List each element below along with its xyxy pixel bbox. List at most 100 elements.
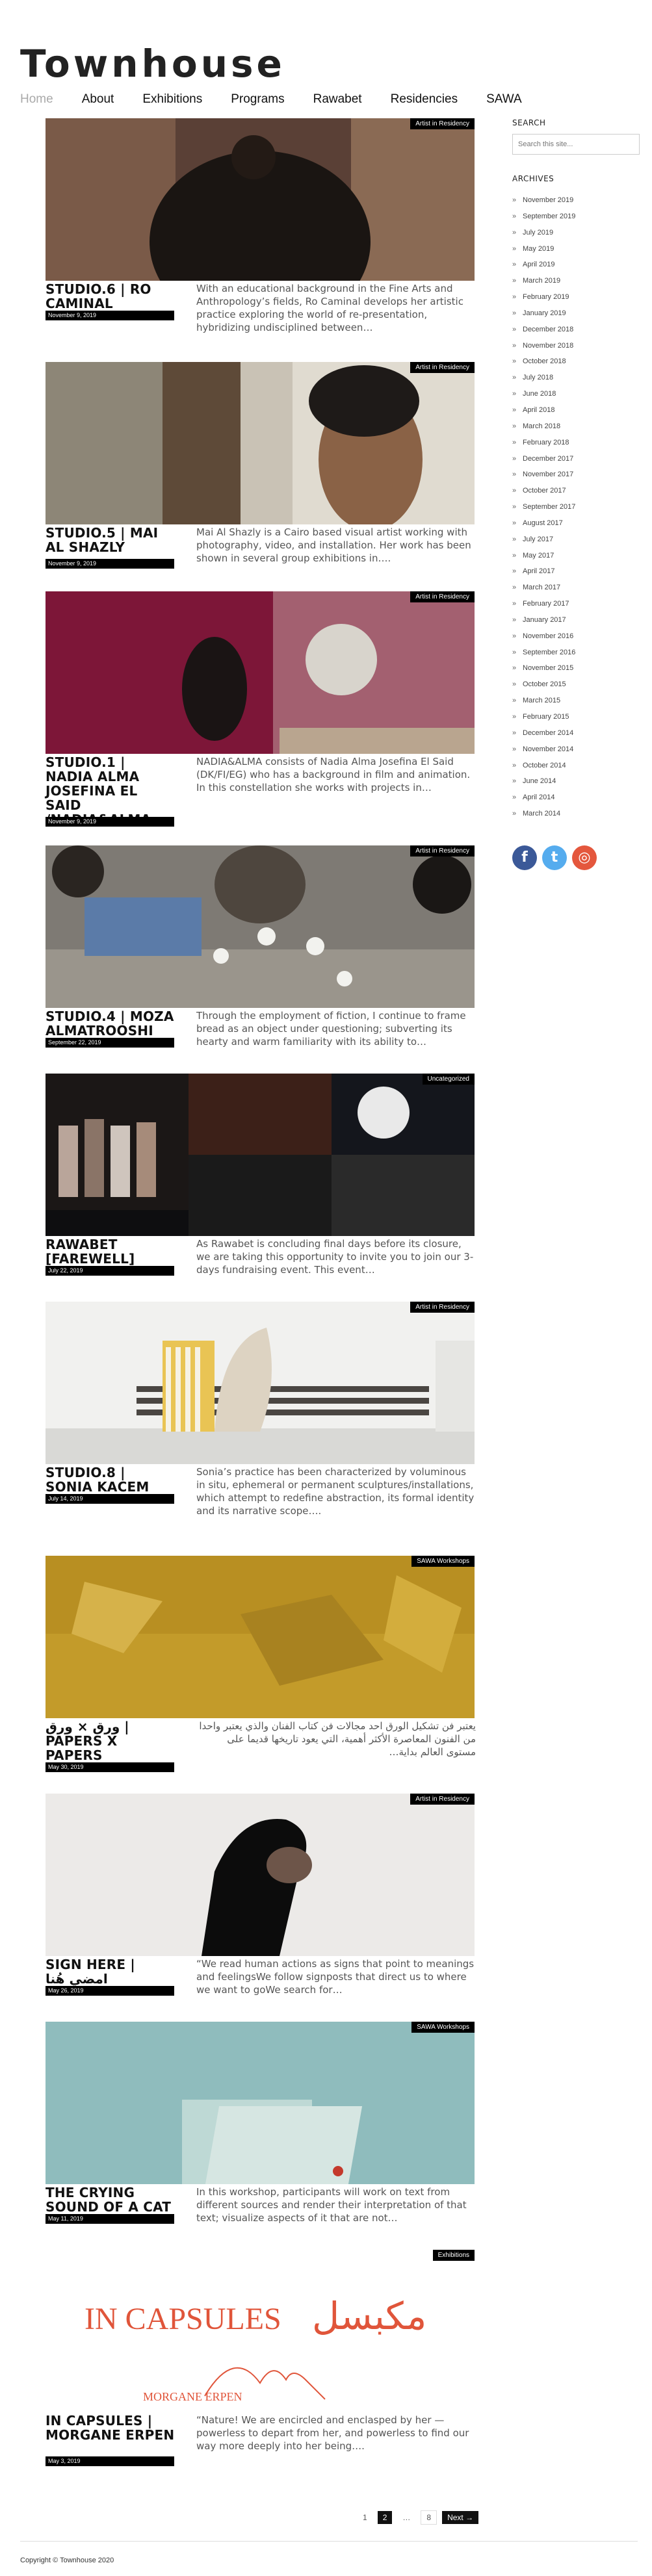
post-excerpt: Mai Al Shazly is a Cairo based visual ar… [196,526,471,564]
post-title[interactable]: STUDIO.5 | MAI AL SHAZLY [46,526,176,554]
post-thumbnail[interactable]: SAWA Workshops [46,2022,475,2184]
archive-link[interactable]: March 2017 [512,580,642,596]
archive-link[interactable]: January 2017 [512,612,642,628]
post-thumbnail[interactable]: Artist in Residency [46,591,475,754]
post-thumbnail[interactable]: Artist in Residency [46,845,475,1008]
category-badge[interactable]: Artist in Residency [410,591,475,602]
archive-link[interactable]: October 2017 [512,483,642,499]
post-title[interactable]: STUDIO.1 | NADIA ALMA JOSEFINA EL SAID /… [46,755,176,827]
post-title[interactable]: SIGN HERE | امضي هُنا [46,1957,176,1986]
post-card: Artist in Residency STUDIO.6 | RO CAMINA… [46,118,475,333]
archive-link[interactable]: November 2016 [512,628,642,645]
post-title[interactable]: STUDIO.6 | RO CAMINAL [46,282,176,311]
archive-link[interactable]: December 2018 [512,322,642,338]
category-badge[interactable]: SAWA Workshops [411,1556,475,1567]
post-card: Uncategorized RAWABET [FAREWELL] July 22… [46,1074,475,1276]
category-badge[interactable]: Uncategorized [422,1074,475,1085]
category-badge[interactable]: SAWA Workshops [411,2022,475,2033]
post-title[interactable]: THE CRYING SOUND OF A CAT [46,2185,176,2214]
archive-link[interactable]: October 2014 [512,758,642,774]
post-title[interactable]: STUDIO.4 | MOZA ALMATROOSHI [46,1009,176,1038]
post-thumbnail[interactable]: Artist in Residency [46,1302,475,1464]
archive-link[interactable]: October 2018 [512,354,642,370]
social-links: f t ◎ [512,845,642,870]
archive-link[interactable]: May 2017 [512,548,642,564]
nav-item-rawabet[interactable]: Rawabet [313,92,362,107]
category-badge[interactable]: Artist in Residency [410,1794,475,1805]
post-title[interactable]: IN CAPSULES | MORGANE ERPEN [46,2414,176,2442]
category-badge[interactable]: Artist in Residency [410,845,475,857]
archive-link[interactable]: April 2017 [512,563,642,580]
post-image [46,2022,475,2184]
post-thumbnail[interactable]: IN CAPSULES مكبسل MORGANE ERPEN Exhibiti… [46,2250,475,2412]
post-date: May 26, 2019 [46,1986,174,1996]
post-thumbnail[interactable]: SAWA Workshops [46,1556,475,1718]
category-badge[interactable]: Artist in Residency [410,118,475,129]
nav-item-exhibitions[interactable]: Exhibitions [142,92,202,107]
search-widget-title: SEARCH [512,118,546,127]
archive-link[interactable]: January 2019 [512,305,642,322]
archive-link[interactable]: July 2019 [512,225,642,241]
archive-link[interactable]: February 2018 [512,435,642,451]
category-badge[interactable]: Artist in Residency [410,362,475,373]
post-title[interactable]: RAWABET [FAREWELL] [46,1237,176,1266]
archive-link[interactable]: November 2017 [512,467,642,483]
nav-item-sawa[interactable]: SAWA [486,92,522,107]
archive-link[interactable]: November 2019 [512,192,642,209]
archive-link[interactable]: May 2019 [512,241,642,257]
category-badge[interactable]: Exhibitions [432,2250,475,2261]
archive-link[interactable]: March 2014 [512,806,642,822]
archive-link[interactable]: August 2017 [512,515,642,532]
post-card: Artist in Residency STUDIO.5 | MAI AL SH… [46,362,475,569]
nav-item-residencies[interactable]: Residencies [391,92,458,107]
archive-link[interactable]: November 2014 [512,741,642,758]
archive-link[interactable]: February 2015 [512,709,642,725]
post-title[interactable]: ورق × ورق | PAPERS X PAPERS [46,1719,176,1762]
post-date: September 22, 2019 [46,1038,174,1048]
archive-link[interactable]: March 2015 [512,693,642,709]
archive-link[interactable]: November 2015 [512,660,642,676]
post-thumbnail[interactable]: Uncategorized [46,1074,475,1236]
archive-link[interactable]: September 2017 [512,499,642,515]
post-image [46,118,475,281]
post-card: SAWA Workshops THE CRYING SOUND OF A CAT… [46,2022,475,2224]
archive-link[interactable]: July 2017 [512,532,642,548]
post-title[interactable]: STUDIO.8 | SONIA KACEM [46,1465,176,1494]
archive-link[interactable]: March 2018 [512,419,642,435]
post-excerpt: “Nature! We are encircled and enclasped … [196,2414,469,2452]
facebook-icon[interactable]: f [512,845,537,870]
category-badge[interactable]: Artist in Residency [410,1302,475,1313]
page-link-2[interactable]: 2 [377,2511,393,2524]
search-input[interactable] [512,134,640,155]
archive-link[interactable]: July 2018 [512,370,642,386]
archive-link[interactable]: June 2018 [512,386,642,402]
nav-item-home[interactable]: Home [20,92,53,107]
post-thumbnail[interactable]: Artist in Residency [46,362,475,524]
archive-link[interactable]: December 2014 [512,725,642,741]
page-link-last[interactable]: 8 [421,2510,437,2525]
nav-item-programs[interactable]: Programs [231,92,284,107]
archive-link[interactable]: April 2018 [512,402,642,419]
archive-link[interactable]: November 2018 [512,338,642,354]
archive-link[interactable]: April 2014 [512,790,642,806]
next-page-button[interactable]: Next → [442,2511,479,2524]
archive-link[interactable]: October 2015 [512,676,642,693]
post-excerpt: As Rawabet is concluding final days befo… [196,1238,474,1276]
archive-link[interactable]: February 2017 [512,596,642,612]
instagram-icon[interactable]: ◎ [572,845,597,870]
post-image [46,1556,475,1718]
twitter-icon[interactable]: t [542,845,567,870]
archive-link[interactable]: March 2019 [512,273,642,289]
archive-link[interactable]: April 2019 [512,257,642,273]
archive-link[interactable]: February 2019 [512,289,642,305]
post-date: July 22, 2019 [46,1266,174,1276]
archive-link[interactable]: December 2017 [512,451,642,467]
nav-item-about[interactable]: About [82,92,114,107]
archive-link[interactable]: September 2016 [512,645,642,661]
site-title[interactable]: Townhouse [20,42,285,86]
archive-link[interactable]: June 2014 [512,773,642,790]
post-date: May 30, 2019 [46,1762,174,1772]
archive-link[interactable]: September 2019 [512,209,642,225]
post-thumbnail[interactable]: Artist in Residency [46,118,475,281]
post-thumbnail[interactable]: Artist in Residency [46,1794,475,1956]
